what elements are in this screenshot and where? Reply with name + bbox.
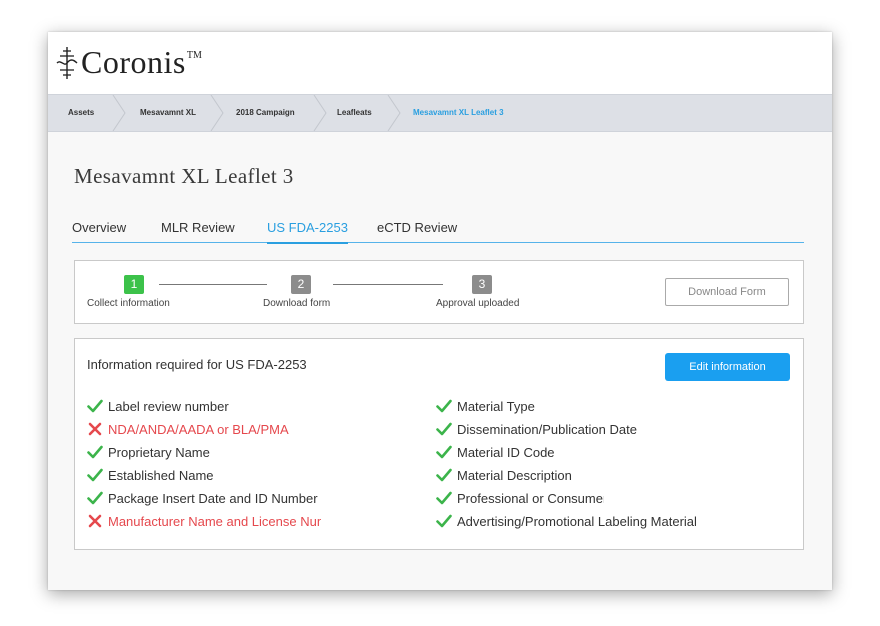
check-icon	[436, 399, 452, 413]
breadcrumb-item-leafleats[interactable]: Leafleats	[337, 95, 372, 131]
requirement-label: Material Description	[457, 467, 572, 483]
coronis-logo-icon	[56, 46, 78, 79]
check-icon	[87, 468, 103, 482]
requirement-item: Material ID Code	[436, 443, 555, 461]
tab-ectd-review[interactable]: eCTD Review	[377, 220, 457, 235]
progress-stepper: 1 2 3 Collect information Download form …	[74, 260, 804, 324]
download-form-button[interactable]: Download Form	[665, 278, 789, 306]
check-icon	[87, 399, 103, 413]
logo[interactable]: Coronis TM	[56, 44, 202, 81]
chevron-right-icon	[387, 95, 401, 131]
step-1-number: 1	[124, 275, 144, 294]
requirement-item: NDA/ANDA/AADA or BLA/PMA	[87, 420, 289, 438]
requirement-item: Package Insert Date and ID Number	[87, 489, 318, 507]
requirement-label: Established Name	[108, 467, 214, 483]
check-icon	[87, 491, 103, 505]
requirement-item: Advertising/Promotional Labeling Materia…	[436, 512, 697, 530]
info-panel-title: Information required for US FDA-2253	[87, 357, 307, 372]
chevron-right-icon	[112, 95, 126, 131]
info-panel: Information required for US FDA-2253 Edi…	[74, 338, 804, 550]
app-header: Coronis TM	[48, 32, 832, 94]
requirement-label: Label review number	[108, 398, 229, 414]
edit-information-button[interactable]: Edit information	[665, 353, 790, 381]
step-3-label: Approval uploaded	[436, 298, 520, 309]
requirement-label: Professional or Consumer	[457, 490, 604, 506]
check-icon	[436, 514, 452, 528]
requirement-label: NDA/ANDA/AADA or BLA/PMA	[108, 421, 289, 437]
step-2-label: Download form	[263, 298, 331, 309]
tab-bar: Overview MLR Review US FDA-2253 eCTD Rev…	[72, 218, 804, 244]
requirement-label: Advertising/Promotional Labeling Materia…	[457, 513, 697, 529]
requirement-item: Material Description	[436, 466, 572, 484]
app-window: Coronis TM Assets Mesavamnt XL 2018 Camp…	[48, 32, 832, 590]
breadcrumb-item-current: Mesavamnt XL Leaflet 3	[413, 108, 504, 117]
tab-us-fda-2253[interactable]: US FDA-2253	[267, 220, 348, 244]
logo-text: Coronis	[81, 44, 186, 80]
cross-icon	[88, 514, 102, 528]
check-icon	[436, 491, 452, 505]
requirement-item: Label review number	[87, 397, 229, 415]
check-icon	[87, 445, 103, 459]
breadcrumb-item-assets[interactable]: Assets	[68, 95, 94, 131]
breadcrumb-item-mesavamnt-xl[interactable]: Mesavamnt XL	[140, 95, 196, 131]
cross-icon	[88, 422, 102, 436]
requirement-item: Manufacturer Name and License Number	[87, 512, 321, 530]
requirement-label: Material ID Code	[457, 444, 555, 460]
tab-overview[interactable]: Overview	[72, 220, 126, 235]
requirement-item: Professional or Consumer	[436, 489, 604, 507]
requirement-item: Proprietary Name	[87, 443, 210, 461]
page-title: Mesavamnt XL Leaflet 3	[74, 164, 294, 188]
check-icon	[436, 468, 452, 482]
step-2-number: 2	[291, 275, 311, 294]
breadcrumb-item-2018-campaign[interactable]: 2018 Campaign	[236, 95, 295, 131]
requirement-label: Proprietary Name	[108, 444, 210, 460]
requirement-label: Dissemination/Publication Date	[457, 421, 637, 437]
tab-mlr-review[interactable]: MLR Review	[161, 220, 235, 235]
requirement-item: Established Name	[87, 466, 214, 484]
step-connector	[159, 284, 267, 285]
requirement-item: Material Type	[436, 397, 535, 415]
breadcrumb: Assets Mesavamnt XL 2018 Campaign Leafle…	[48, 94, 832, 132]
requirement-label: Manufacturer Name and License Number	[108, 513, 321, 529]
step-1-label: Collect information	[87, 298, 170, 309]
logo-trademark: TM	[186, 50, 202, 61]
requirement-item: Dissemination/Publication Date	[436, 420, 637, 438]
chevron-right-icon	[313, 95, 327, 131]
step-3-number: 3	[472, 275, 492, 294]
check-icon	[436, 445, 452, 459]
step-connector	[333, 284, 443, 285]
chevron-right-icon	[210, 95, 224, 131]
requirement-label: Package Insert Date and ID Number	[108, 490, 318, 506]
requirement-label: Material Type	[457, 398, 535, 414]
check-icon	[436, 422, 452, 436]
